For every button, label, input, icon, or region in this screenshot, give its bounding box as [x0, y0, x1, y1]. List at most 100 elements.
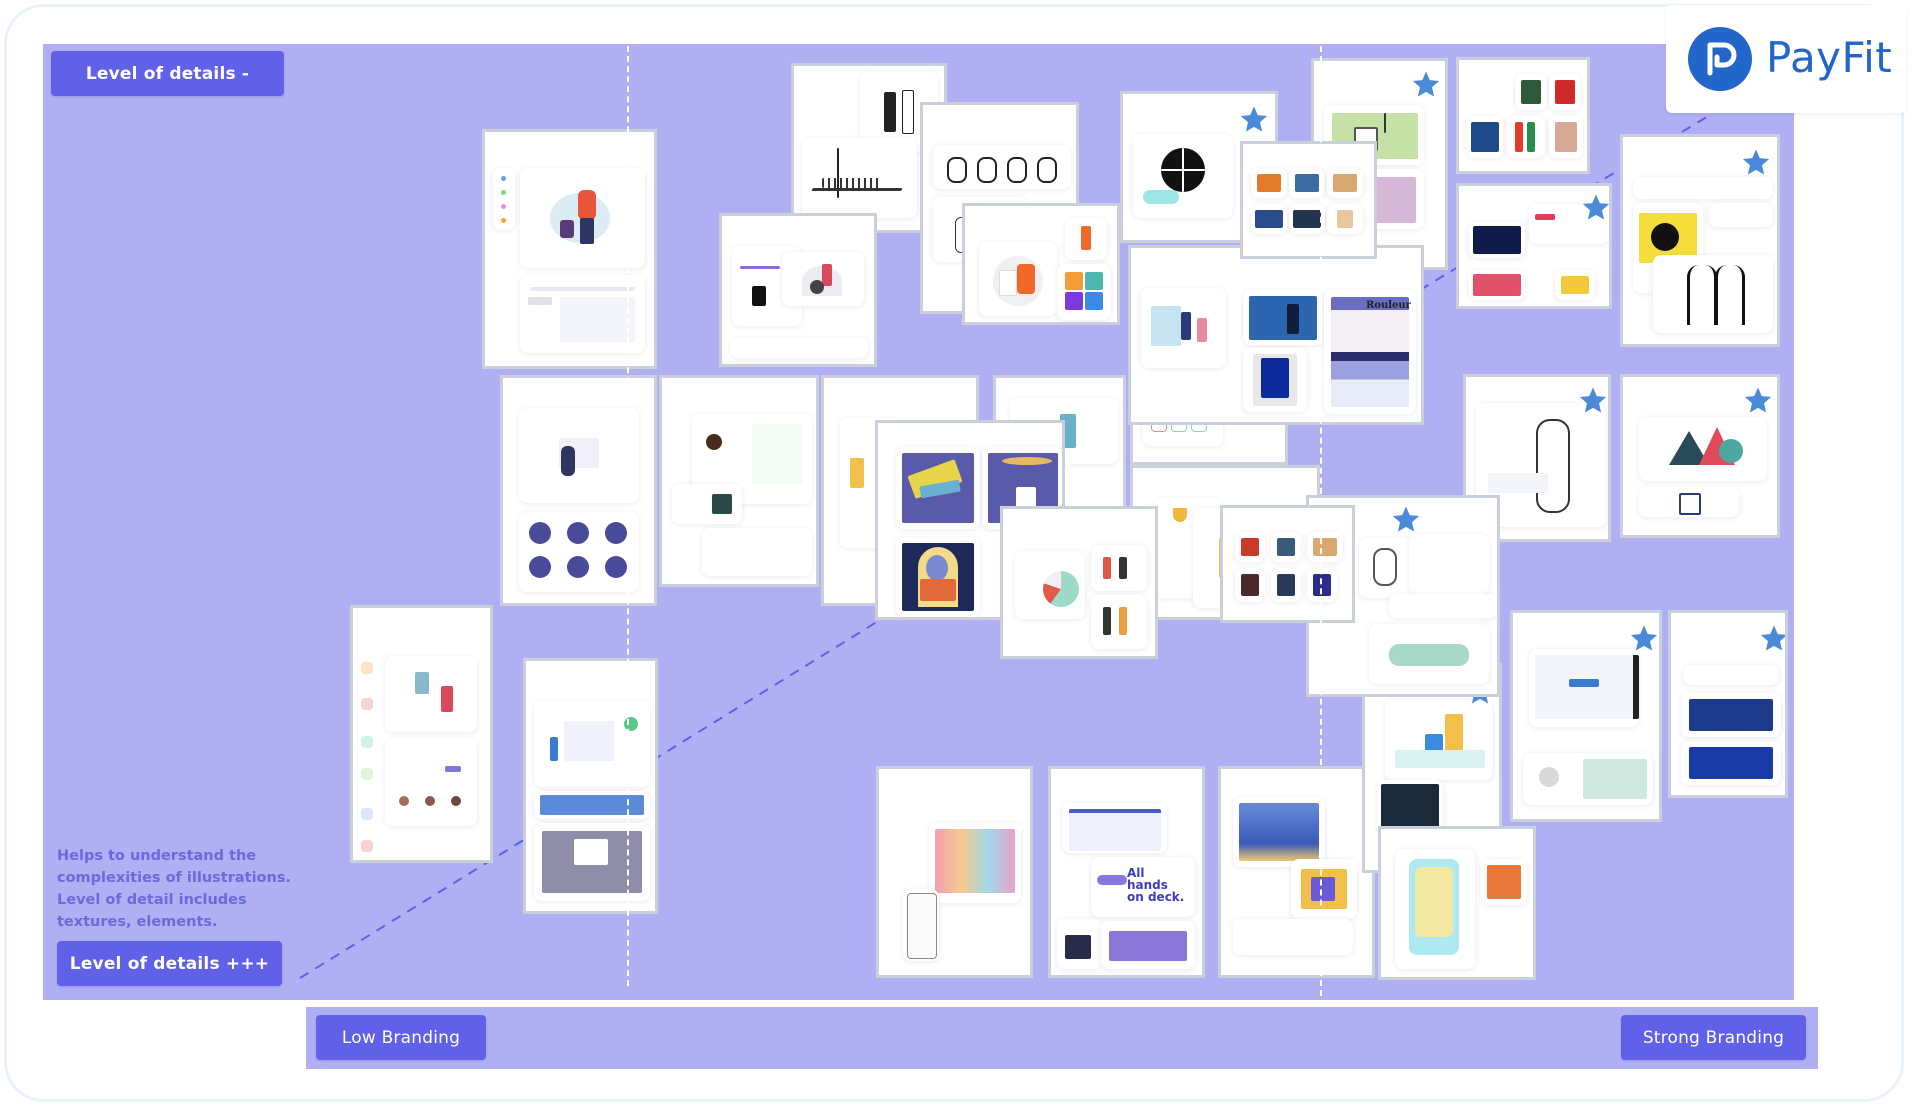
portrait-thumb [1549, 74, 1581, 110]
illustration-card-people-grid[interactable] [1456, 57, 1590, 174]
icon-row [1233, 919, 1353, 955]
illustration-card-mini-portraits[interactable] [1220, 505, 1355, 623]
corn-figure [896, 447, 980, 529]
web-ui [1063, 803, 1167, 853]
report-ui [1529, 649, 1639, 727]
illustration-card-analytics[interactable] [1000, 506, 1158, 659]
portrait-thumb [1271, 568, 1301, 602]
rouleur-poster: Rouleur [1324, 290, 1416, 414]
device-art [1057, 919, 1101, 969]
portrait-thumb [1307, 532, 1343, 562]
poster-title: Rouleur [1366, 300, 1411, 311]
orange-art [1481, 859, 1527, 905]
phone-mockup [903, 889, 939, 961]
portrait-thumb [1515, 74, 1547, 110]
ui-list [1409, 534, 1489, 594]
illustration-card-portraits[interactable] [1240, 141, 1377, 259]
guide-line-strong [1320, 46, 1322, 1006]
illustration-card-report[interactable] [1510, 610, 1662, 822]
faces-row [933, 145, 1071, 189]
illustration-card-app-icons[interactable] [500, 375, 657, 606]
color-grid [1057, 264, 1111, 320]
globe-art [1133, 134, 1233, 218]
doc-icon [361, 698, 373, 710]
box-art [1291, 859, 1357, 919]
illustration-card-network[interactable] [1668, 610, 1788, 798]
icon-row [1389, 594, 1497, 618]
star-icon[interactable] [1759, 623, 1788, 653]
star-icon[interactable] [1743, 385, 1773, 415]
small-figure [1065, 218, 1107, 260]
star-icon[interactable] [1239, 104, 1269, 134]
moon-poster [1243, 348, 1307, 412]
star-icon[interactable] [1629, 623, 1659, 653]
brand-logo: PayFit [1666, 5, 1906, 113]
portrait-thumb [1235, 532, 1265, 562]
portrait-thumb [1235, 568, 1265, 602]
portrait-thumb [1507, 116, 1545, 158]
hat-poster [1243, 290, 1323, 345]
search-icon [361, 768, 373, 780]
sunset-art [1233, 797, 1325, 867]
all-hands-banner: All hands on deck. [1091, 857, 1195, 917]
star-icon[interactable] [1578, 385, 1608, 415]
illustration-card-posters[interactable]: Rouleur [1128, 245, 1424, 425]
icon-strip [1633, 177, 1773, 199]
city-art [1681, 693, 1781, 737]
portrait-thumb [1549, 116, 1583, 158]
car-couple [979, 242, 1057, 316]
desk-illustration [519, 408, 639, 503]
illustration-card-onboarding[interactable] [350, 605, 493, 863]
portrait-thumb [1251, 204, 1287, 234]
scarf-portrait [896, 537, 980, 617]
star-icon[interactable] [1391, 504, 1421, 534]
banner-text: All hands on deck. [1127, 866, 1185, 904]
guide-line-low [627, 46, 629, 986]
portrait-thumb [1327, 168, 1363, 198]
group-art [1369, 624, 1489, 684]
heatmap-ui [1015, 551, 1085, 619]
illustration-card-dashboard-team[interactable] [523, 658, 658, 914]
illustration-card-geometric[interactable] [1620, 374, 1780, 538]
illustration-card-dashboard[interactable] [719, 213, 877, 367]
icon-column [493, 168, 515, 230]
star-icon[interactable] [1411, 69, 1441, 99]
payfit-p-icon [1688, 27, 1752, 91]
night-art [1469, 222, 1525, 258]
illustration-card-team-photo[interactable] [876, 766, 1033, 978]
table-ui [702, 528, 812, 576]
toolbar [1683, 665, 1779, 685]
sketch-scene [802, 138, 917, 218]
shapes-art [1639, 417, 1767, 481]
coworkers-illustration [385, 656, 477, 732]
falling-person [782, 252, 864, 306]
icon-set [519, 512, 639, 592]
illustration-card-brand-ui[interactable] [1456, 183, 1612, 309]
portrait-thumb [1271, 532, 1301, 562]
hand-phone-art [1395, 849, 1475, 969]
illustration-card-traveler[interactable] [482, 129, 657, 369]
icon-strip-2 [1709, 203, 1773, 227]
workflow-ui [385, 738, 477, 826]
illustration-card-blue-scene[interactable] [1218, 766, 1375, 978]
team-meeting [1091, 595, 1147, 649]
star-icon[interactable] [1741, 147, 1771, 177]
icon-band [534, 791, 650, 819]
brand-name: PayFit [1766, 33, 1893, 82]
star-icon[interactable] [1581, 192, 1611, 222]
people-map [1523, 753, 1653, 805]
red-art [1469, 270, 1525, 300]
illustration-card-car[interactable] [962, 203, 1120, 325]
landing-ui [1101, 921, 1195, 969]
yellow-art [1555, 270, 1595, 300]
portrait-thumb [1307, 568, 1337, 602]
illustration-card-team[interactable] [659, 375, 819, 587]
icon-row [1639, 487, 1739, 517]
illustration-card-linework[interactable] [1620, 134, 1780, 347]
legend-strip [730, 338, 868, 358]
chart-icon [361, 736, 373, 748]
3d-scene [1385, 700, 1493, 780]
portrait-thumb [1467, 116, 1503, 158]
illustration-card-phone-hand[interactable] [1378, 826, 1536, 980]
illustration-card-all-hands[interactable]: All hands on deck. [1048, 766, 1205, 978]
